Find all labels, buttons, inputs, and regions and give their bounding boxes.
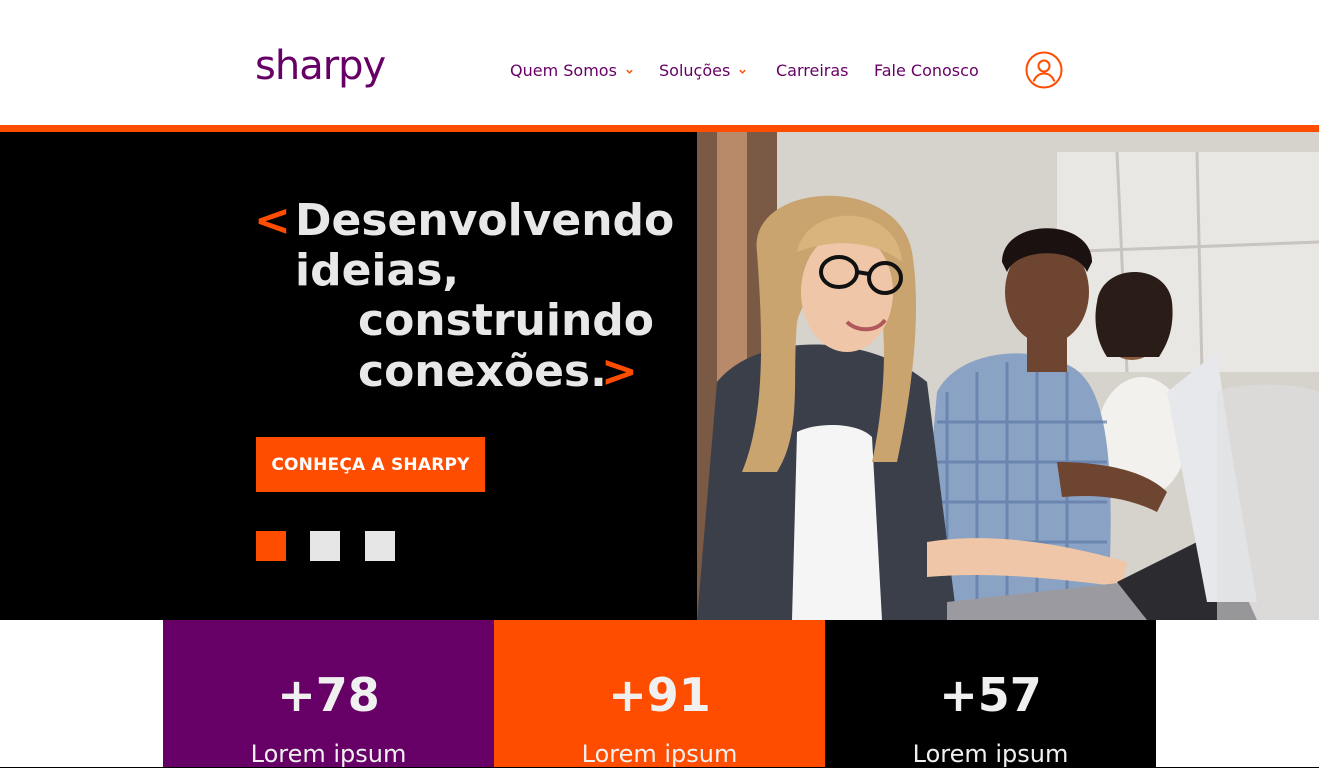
nav-label: Carreiras [776, 61, 849, 80]
close-bracket: > [601, 346, 638, 397]
header-accent-line [0, 125, 1319, 132]
stat-label: Lorem ipsum [581, 740, 738, 768]
chevron-down-icon [739, 69, 747, 74]
stat-card-1: +78 Lorem ipsum [163, 620, 494, 768]
stat-label: Lorem ipsum [912, 740, 1069, 768]
chevron-down-icon [626, 69, 633, 74]
hero-photo [697, 132, 1319, 620]
site-header: sharpy Quem Somos Soluções Carreiras Fal… [0, 0, 1319, 125]
hero-headline-line3: construindo [358, 295, 655, 346]
slide-dot-2[interactable] [310, 531, 340, 561]
nav-item-fale-conosco[interactable]: Fale Conosco [874, 60, 979, 82]
slide-dot-1[interactable] [256, 531, 286, 561]
stat-card-3: +57 Lorem ipsum [825, 620, 1156, 768]
stat-label: Lorem ipsum [250, 740, 407, 768]
hero-headline-line2: ideias, [295, 245, 460, 296]
nav-label: Quem Somos [510, 61, 617, 80]
user-icon[interactable] [1025, 51, 1063, 89]
nav-label: Soluções [659, 61, 731, 80]
open-bracket: < [254, 195, 291, 246]
main-nav: Quem Somos Soluções Carreiras Fale Conos… [0, 60, 1319, 84]
stat-value: +91 [608, 668, 711, 722]
cta-label: CONHEÇA A SHARPY [271, 454, 470, 475]
nav-item-quem-somos[interactable]: Quem Somos [510, 60, 634, 82]
nav-label: Fale Conosco [874, 61, 979, 80]
stat-value: +78 [277, 668, 380, 722]
nav-item-solucoes[interactable]: Soluções [659, 60, 747, 82]
stat-card-2: +91 Lorem ipsum [494, 620, 825, 768]
slide-dot-3[interactable] [365, 531, 395, 561]
people-working-at-laptop-photo [697, 132, 1319, 620]
stat-value: +57 [939, 668, 1042, 722]
cta-button[interactable]: CONHEÇA A SHARPY [256, 437, 485, 492]
nav-item-carreiras[interactable]: Carreiras [776, 60, 849, 82]
hero-headline-line1: Desenvolvendo [295, 195, 675, 246]
hero-headline-line4: conexões. [358, 346, 607, 397]
